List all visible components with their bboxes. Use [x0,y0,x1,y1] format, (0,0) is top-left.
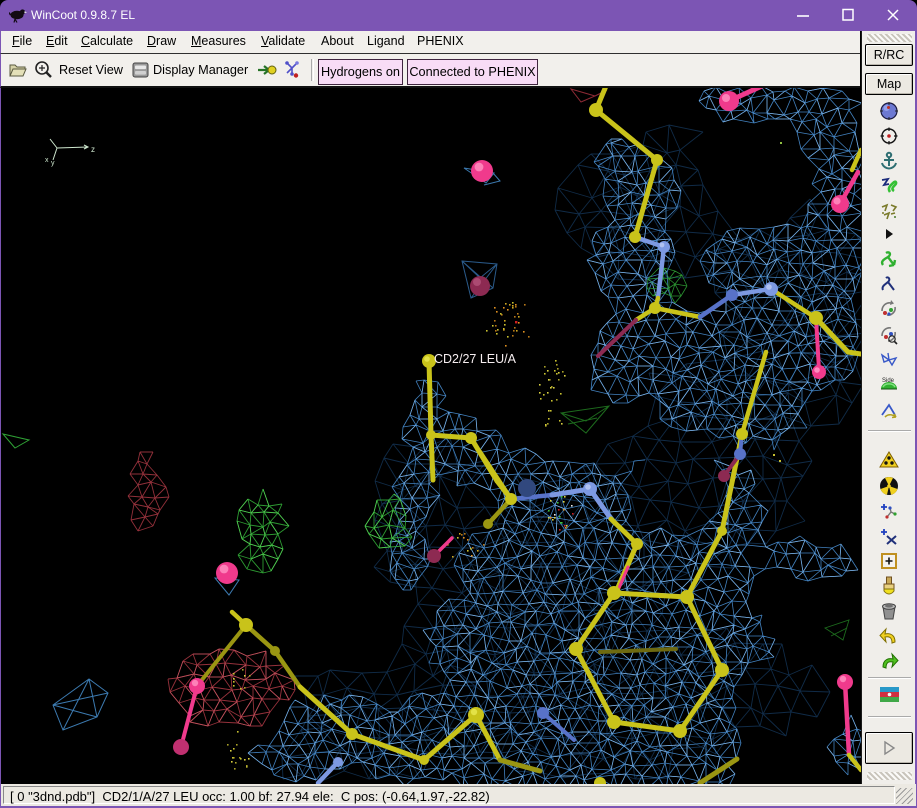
svg-text:z: z [91,145,95,154]
svg-text:CD2/27 LEU/A: CD2/27 LEU/A [434,352,517,366]
svg-text:x: x [45,157,49,164]
svg-text:y: y [51,160,55,167]
